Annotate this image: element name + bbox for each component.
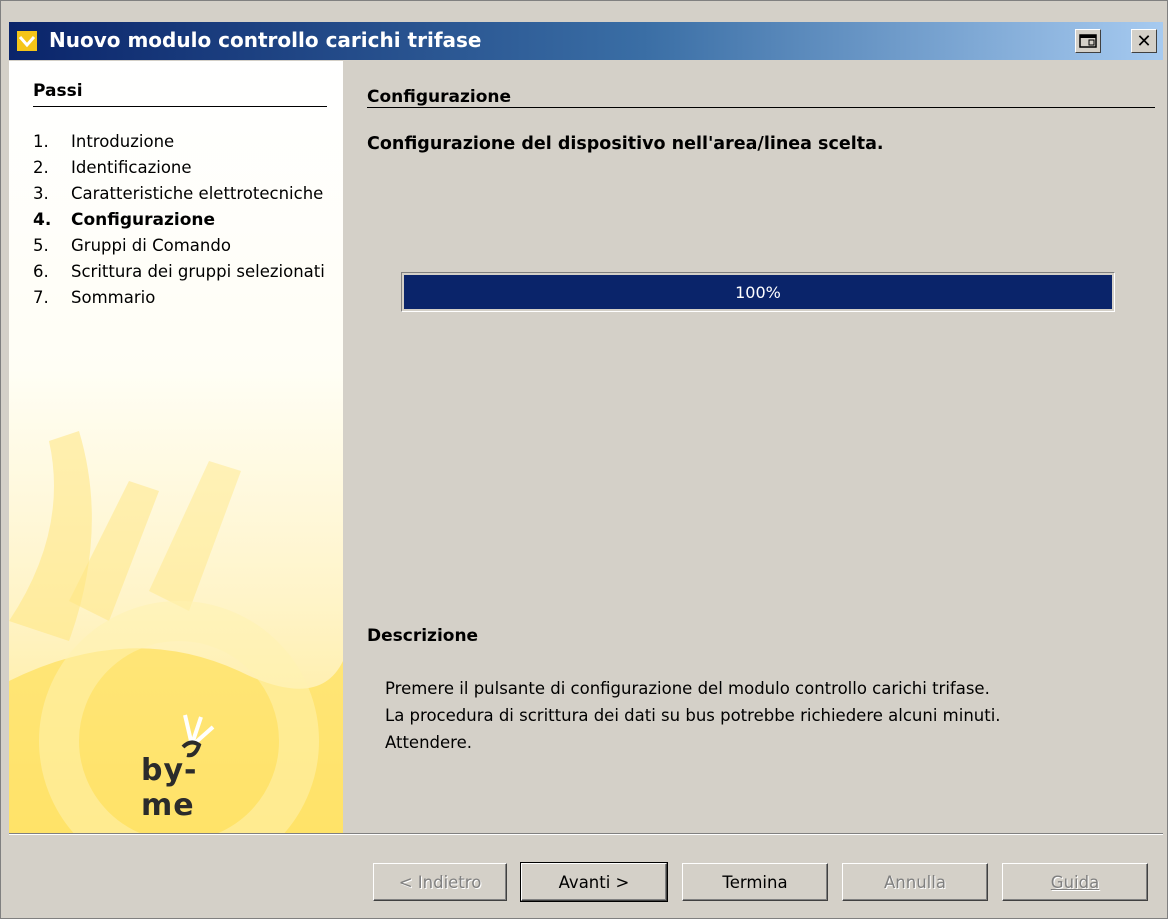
window-title: Nuovo modulo controllo carichi trifase xyxy=(49,28,482,52)
back-button[interactable]: < Indietro xyxy=(373,863,507,901)
step-item: 2. Identificazione xyxy=(33,158,192,177)
steps-heading-rule xyxy=(33,106,327,107)
close-icon: ✕ xyxy=(1136,30,1152,52)
steps-list: 1. Introduzione 2. Identificazione 3. Carat… xyxy=(33,129,333,311)
step-item-active: 4. Configurazione xyxy=(33,210,216,230)
step-item: 5. Gruppi di Comando xyxy=(33,236,231,255)
logo-text: by-me xyxy=(141,753,198,823)
step-item: 1. Introduzione xyxy=(33,132,175,151)
logo-rays-icon xyxy=(181,714,215,758)
footer-separator xyxy=(9,833,1163,835)
wizard-window: Nuovo modulo controllo carichi trifase ✕… xyxy=(0,0,1168,919)
steps-heading: Passi xyxy=(33,81,83,101)
main-panel: Configurazione Configurazione del dispos… xyxy=(343,61,1163,833)
help-label: Guida xyxy=(1050,872,1100,892)
help-button[interactable]: Guida xyxy=(1002,863,1148,901)
app-icon xyxy=(17,31,37,51)
section-title: Configurazione xyxy=(367,87,512,107)
section-subtitle: Configurazione del dispositivo nell'area… xyxy=(367,134,884,154)
section-rule xyxy=(367,107,1155,108)
description-text: Premere il pulsante di configurazione de… xyxy=(385,679,1001,752)
step-item: 6. Scrittura dei gruppi selezionati xyxy=(33,262,325,281)
progress-bar: 100% xyxy=(401,272,1115,312)
step-item: 3. Caratteristiche elettrotecniche xyxy=(33,184,324,203)
cancel-button[interactable]: Annulla xyxy=(842,863,988,901)
step-item: 7. Sommario xyxy=(33,288,156,307)
progress-label: 100% xyxy=(735,282,781,302)
close-button[interactable]: ✕ xyxy=(1131,29,1157,53)
finish-button[interactable]: Termina xyxy=(682,863,828,901)
title-bar: Nuovo modulo controllo carichi trifase ✕ xyxy=(9,22,1163,60)
byme-logo: by-me xyxy=(139,711,249,823)
description-title: Descrizione xyxy=(367,626,479,646)
restore-icon xyxy=(1079,34,1097,48)
next-button[interactable]: Avanti > xyxy=(520,862,668,902)
restore-button[interactable] xyxy=(1075,29,1101,53)
steps-sidebar: Passi 1. Introduzione 2. Identificazione 3… xyxy=(9,61,343,833)
